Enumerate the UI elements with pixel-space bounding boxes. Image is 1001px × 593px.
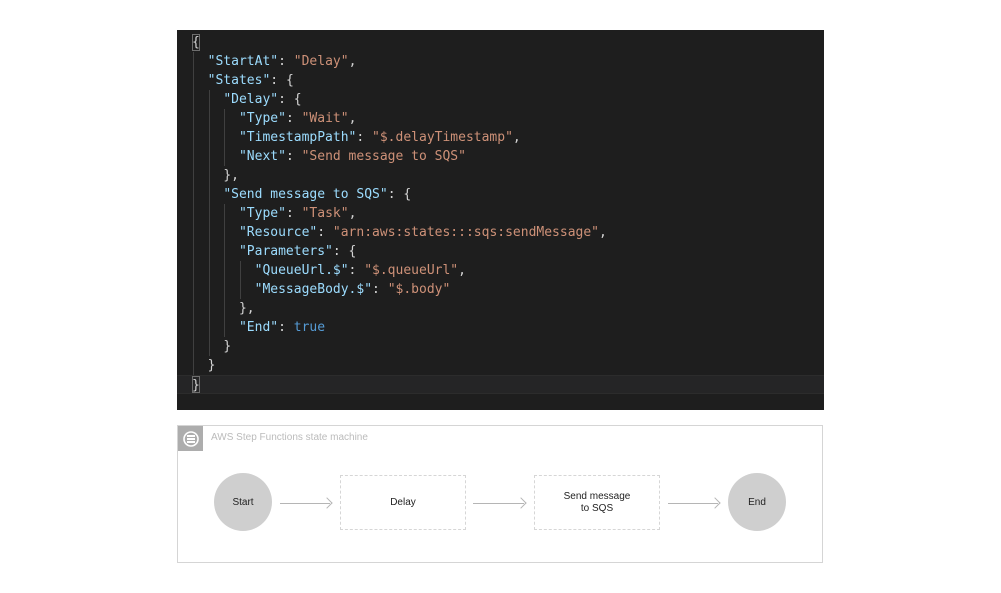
step-functions-icon — [178, 426, 203, 451]
json-code-editor[interactable]: { "StartAt": "Delay", "States": { "Delay… — [177, 30, 824, 410]
code-line: "TimestampPath": "$.delayTimestamp", — [238, 130, 521, 145]
state-machine-panel: AWS Step Functions state machine Start D… — [177, 425, 823, 563]
code-line: "StartAt": "Delay", — [207, 54, 357, 69]
bracket-match-highlight — [192, 376, 200, 393]
end-node-label: End — [748, 496, 766, 508]
code-line: "QueueUrl.$": "$.queueUrl", — [254, 263, 466, 278]
indent-guide — [224, 204, 226, 337]
state-machine-title: AWS Step Functions state machine — [211, 432, 368, 443]
code-line: } — [223, 339, 232, 354]
arrow-send-to-end — [668, 503, 718, 504]
indent-guide — [208, 90, 210, 356]
bracket-match-highlight — [192, 34, 200, 51]
end-node[interactable]: End — [728, 473, 786, 531]
code-line: "Next": "Send message to SQS" — [238, 149, 466, 164]
code-line: "States": { — [207, 73, 294, 88]
send-message-label-line1: Send message — [563, 490, 631, 502]
send-message-state-node[interactable]: Send message to SQS — [534, 475, 660, 530]
code-line: "Resource": "arn:aws:states:::sqs:sendMe… — [238, 225, 607, 240]
indent-guide — [239, 261, 241, 299]
arrow-delay-to-send — [473, 503, 524, 504]
code-lines: { "StartAt": "Delay", "States": { "Delay… — [177, 33, 824, 394]
send-message-state-label: Send message to SQS — [564, 491, 631, 515]
delay-state-node[interactable]: Delay — [340, 475, 466, 530]
code-line: }, — [238, 301, 255, 316]
indent-guide — [224, 109, 226, 166]
code-line: } — [177, 375, 824, 394]
arrow-start-to-delay — [280, 503, 330, 504]
start-node[interactable]: Start — [214, 473, 272, 531]
send-message-label-line2: to SQS — [580, 502, 614, 514]
code-line: "Delay": { — [223, 92, 302, 107]
code-line: }, — [223, 168, 239, 183]
code-line: } — [207, 358, 216, 373]
start-node-label: Start — [232, 496, 254, 508]
code-line: "End": true — [238, 320, 326, 335]
code-line: "Type": "Task", — [238, 206, 357, 221]
code-line: "Type": "Wait", — [238, 111, 357, 126]
code-line: "MessageBody.$": "$.body" — [254, 282, 451, 297]
code-line: "Send message to SQS": { — [223, 187, 412, 202]
indent-guide — [193, 52, 194, 375]
code-line: { — [192, 35, 200, 50]
delay-state-label: Delay — [390, 496, 416, 508]
code-line: "Parameters": { — [238, 244, 357, 259]
